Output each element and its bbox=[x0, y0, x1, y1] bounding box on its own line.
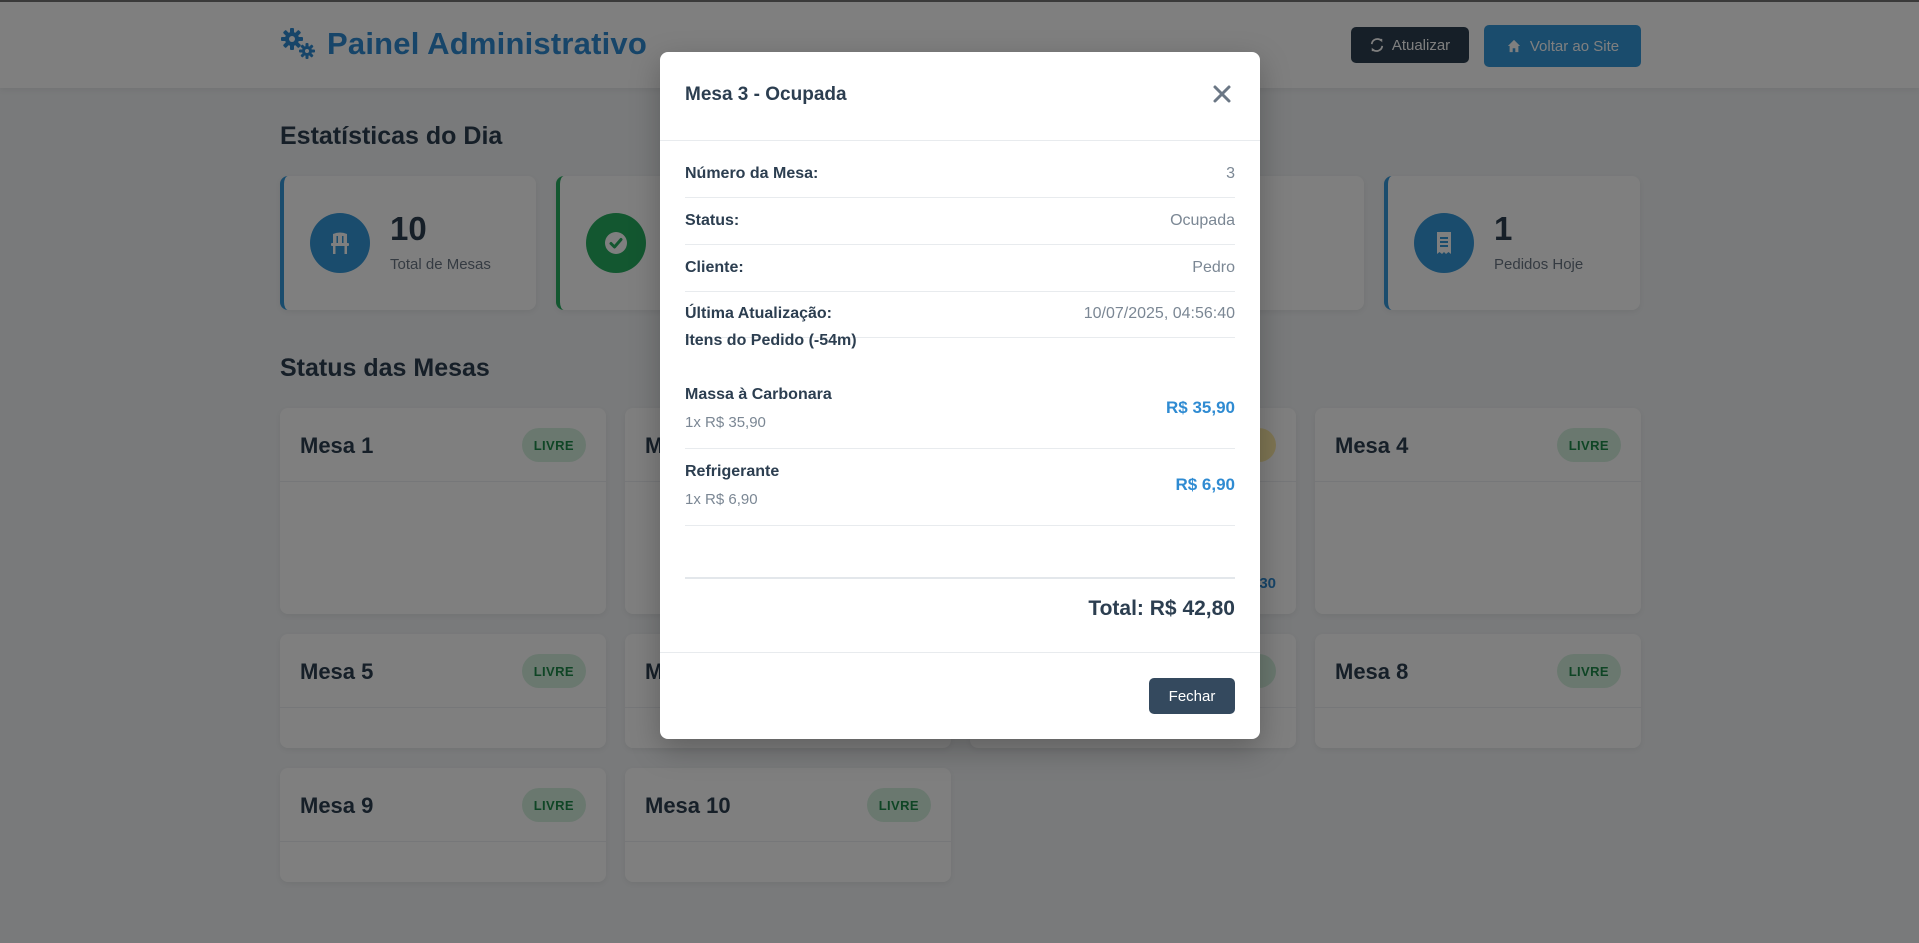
info-value: Ocupada bbox=[1170, 212, 1235, 229]
item-price: R$ 35,90 bbox=[1166, 398, 1235, 417]
order-item: Massa à Carbonara 1x R$ 35,90 R$ 35,90 bbox=[685, 372, 1235, 449]
info-row-table-number: Número da Mesa: 3 bbox=[685, 151, 1235, 198]
info-key: Cliente: bbox=[685, 259, 744, 276]
info-value: Pedro bbox=[1192, 259, 1235, 276]
info-value: 10/07/2025, 04:56:40 bbox=[1083, 305, 1235, 322]
info-row-last-update: Última Atualização: 10/07/2025, 04:56:40 bbox=[685, 291, 1235, 338]
info-key: Última Atualização: bbox=[685, 305, 832, 322]
close-button[interactable]: Fechar bbox=[1149, 678, 1235, 714]
info-row-status: Status: Ocupada bbox=[685, 198, 1235, 245]
table-details-modal: Mesa 3 - Ocupada Número da Mesa: 3 Statu… bbox=[660, 52, 1260, 739]
info-key: Número da Mesa: bbox=[685, 165, 819, 182]
order-item: Refrigerante 1x R$ 6,90 R$ 6,90 bbox=[685, 449, 1235, 526]
close-icon[interactable] bbox=[1210, 82, 1234, 106]
top-border bbox=[0, 0, 1919, 2]
info-row-client: Cliente: Pedro bbox=[685, 245, 1235, 292]
item-name: Refrigerante bbox=[685, 463, 780, 480]
total-divider bbox=[685, 577, 1235, 579]
order-items-title: Itens do Pedido (-54m) bbox=[685, 332, 857, 349]
item-price: R$ 6,90 bbox=[1175, 475, 1235, 494]
item-qty: 1x R$ 35,90 bbox=[685, 414, 766, 431]
modal-title: Mesa 3 - Ocupada bbox=[685, 84, 847, 105]
modal-header: Mesa 3 - Ocupada bbox=[660, 52, 1260, 141]
info-key: Status: bbox=[685, 212, 740, 229]
modal-footer: Fechar bbox=[660, 652, 1260, 739]
item-name: Massa à Carbonara bbox=[685, 386, 832, 403]
item-qty: 1x R$ 6,90 bbox=[685, 491, 758, 508]
order-total: Total: R$ 42,80 bbox=[1088, 597, 1235, 620]
info-value: 3 bbox=[1226, 165, 1235, 182]
